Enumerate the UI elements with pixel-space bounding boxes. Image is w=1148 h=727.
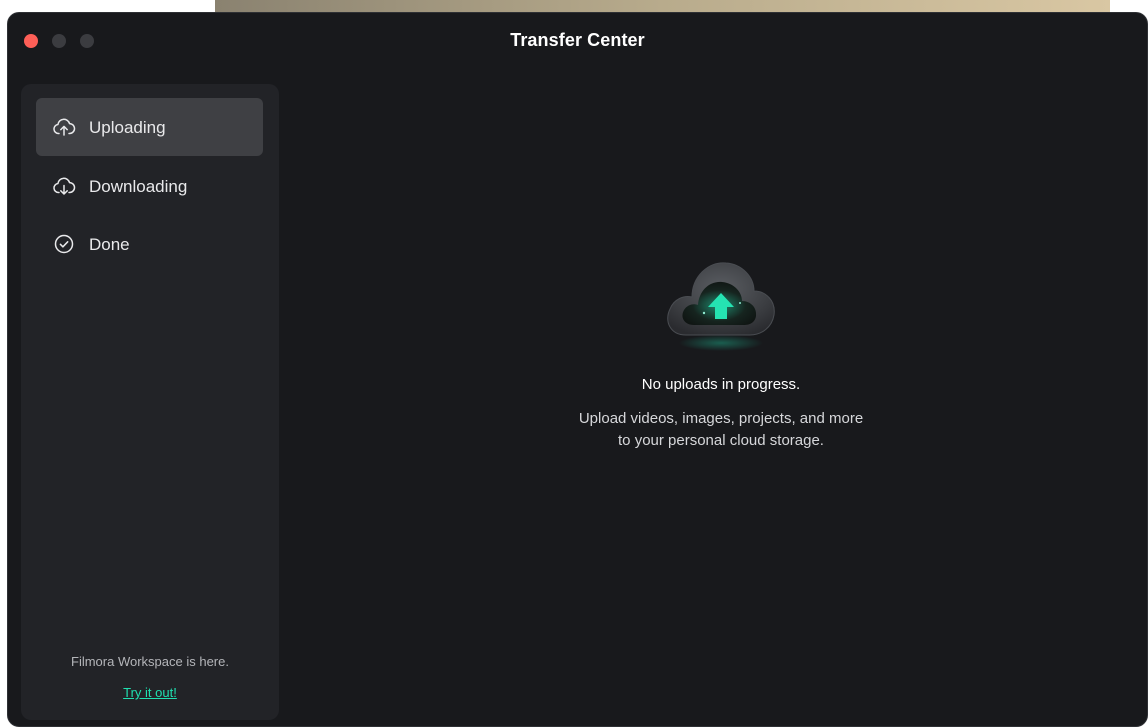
cloud-download-icon	[53, 177, 76, 195]
empty-state-description-line: Upload videos, images, projects, and mor…	[578, 410, 864, 427]
workspace-promo-text: Filmora Workspace is here.	[71, 654, 229, 669]
transfer-center-window: Transfer Center Uploading Downloading Do…	[7, 12, 1148, 727]
empty-state-description-line: to your personal cloud storage.	[618, 432, 824, 449]
sidebar: Uploading Downloading Done Filmora Works…	[21, 84, 279, 720]
sidebar-item-label: Downloading	[89, 177, 188, 196]
empty-state-description: Upload videos, images, projects, and mor…	[286, 408, 1147, 452]
try-it-out-link[interactable]: Try it out!	[123, 685, 177, 700]
title-bar: Transfer Center	[8, 13, 1147, 67]
sidebar-item-downloading[interactable]: Downloading	[36, 157, 263, 215]
empty-state-title: No uploads in progress.	[641, 376, 801, 393]
cloud-upload-illustration-icon	[667, 262, 775, 351]
check-circle-icon	[54, 234, 74, 254]
try-it-out-link-wrapper: Try it out!	[21, 685, 279, 700]
sidebar-item-label: Done	[89, 235, 130, 254]
sidebar-item-done[interactable]: Done	[36, 215, 263, 273]
sidebar-item-uploading[interactable]: Uploading	[36, 98, 263, 156]
sidebar-item-label: Uploading	[89, 118, 166, 137]
main-content: No uploads in progress. Upload videos, i…	[286, 67, 1147, 726]
cloud-upload-icon	[53, 118, 76, 136]
window-title: Transfer Center	[510, 30, 645, 50]
